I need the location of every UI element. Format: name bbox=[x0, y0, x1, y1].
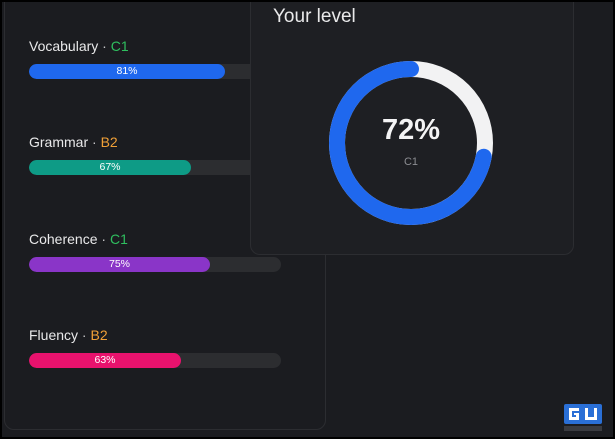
skill-title: Grammar · B2 bbox=[29, 133, 283, 151]
level-card: Your level 72% C1 bbox=[250, 2, 574, 255]
skill-separator: · bbox=[101, 231, 107, 247]
progress-track: 75% bbox=[29, 257, 281, 272]
level-card-title: Your level bbox=[273, 6, 356, 27]
progress-track: 67% bbox=[29, 160, 281, 175]
progress-track: 81% bbox=[29, 64, 281, 79]
level-percent: 72% bbox=[381, 114, 441, 146]
app-frame: Vocabulary · C1 81% Grammar · B2 67% Coh… bbox=[0, 0, 615, 439]
skill-fluency: Fluency · B2 63% bbox=[29, 326, 283, 368]
skill-level: B2 bbox=[100, 134, 118, 150]
skill-level: C1 bbox=[110, 38, 129, 54]
brand-logo-icon bbox=[563, 403, 603, 433]
skill-separator: · bbox=[102, 38, 107, 54]
skill-grammar: Grammar · B2 67% bbox=[29, 133, 283, 175]
progress-fill: 75% bbox=[29, 257, 210, 272]
skill-title: Coherence · C1 bbox=[29, 230, 283, 248]
skill-separator: · bbox=[92, 134, 97, 150]
skill-level: C1 bbox=[109, 231, 128, 247]
level-ring: 72% C1 bbox=[325, 57, 497, 229]
progress-fill: 67% bbox=[29, 160, 191, 175]
progress-fill: 63% bbox=[29, 353, 181, 368]
skill-name: Vocabulary bbox=[29, 38, 99, 54]
progress-track: 63% bbox=[29, 353, 281, 368]
skill-name: Grammar bbox=[29, 134, 89, 150]
skill-vocabulary: Vocabulary · C1 81% bbox=[29, 37, 283, 79]
skill-name: Fluency bbox=[29, 327, 79, 343]
skill-level: B2 bbox=[90, 327, 108, 343]
level-code: C1 bbox=[403, 156, 419, 168]
skill-name: Coherence bbox=[29, 231, 98, 247]
skill-title: Vocabulary · C1 bbox=[29, 37, 283, 55]
progress-fill: 81% bbox=[29, 64, 225, 79]
skill-coherence: Coherence · C1 75% bbox=[29, 230, 283, 272]
skill-separator: · bbox=[81, 327, 87, 343]
skill-title: Fluency · B2 bbox=[29, 326, 283, 344]
